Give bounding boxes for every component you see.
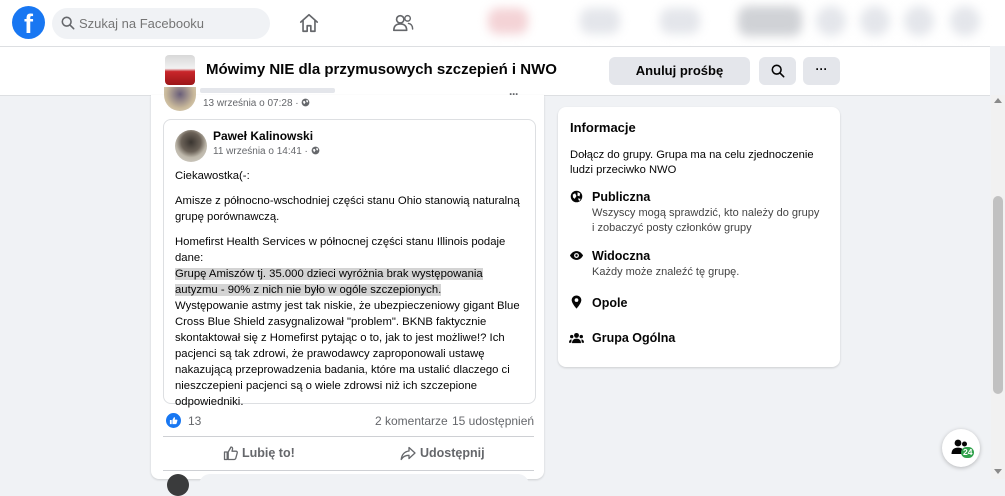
shared-author-avatar[interactable] bbox=[175, 130, 207, 162]
like-label: Lubię to! bbox=[242, 446, 295, 460]
group-info-card bbox=[558, 107, 840, 367]
blurred-profile-item[interactable] bbox=[738, 6, 802, 36]
blurred-nav-item[interactable] bbox=[488, 8, 528, 34]
highlighted-text: Grupę Amiszów tj. 35.000 dzieci wyróżnia… bbox=[175, 268, 483, 296]
globe-icon bbox=[302, 98, 310, 107]
location-title[interactable]: Opole bbox=[592, 296, 627, 310]
blurred-nav-item[interactable] bbox=[904, 6, 934, 36]
scrollbar-thumb[interactable] bbox=[993, 196, 1003, 394]
reactions-count[interactable]: 13 bbox=[188, 414, 201, 428]
comments-count[interactable]: 2 komentarze bbox=[375, 414, 448, 428]
thumbs-up-icon bbox=[169, 417, 178, 425]
cancel-request-button[interactable]: Anuluj prośbę bbox=[609, 57, 750, 85]
comment-avatar[interactable] bbox=[167, 474, 189, 496]
poster-name-cut bbox=[200, 88, 335, 93]
group-name[interactable]: Mówimy NIE dla przymusowych szczepień i … bbox=[206, 61, 557, 78]
post-paragraph: Amisze z północno-wschodniej części stan… bbox=[175, 195, 520, 223]
post-timestamp[interactable]: 13 września o 07:28 · bbox=[203, 98, 310, 109]
friends-icon[interactable] bbox=[392, 12, 414, 34]
shared-post-timestamp[interactable]: 11 września o 14:41 · bbox=[213, 146, 320, 157]
blurred-nav-item[interactable] bbox=[950, 6, 980, 36]
group-type-title: Grupa Ogólna bbox=[592, 331, 676, 345]
location-pin-icon bbox=[571, 295, 582, 309]
divider bbox=[163, 470, 534, 471]
shared-time-text: 11 września o 14:41 · bbox=[213, 146, 308, 157]
post-text: Występowanie astmy jest tak niskie, że u… bbox=[175, 300, 520, 408]
shared-post-body: Ciekawostka(-: Amisze z północno-wschodn… bbox=[175, 168, 520, 419]
privacy-title: Publiczna bbox=[592, 190, 651, 204]
globe-icon bbox=[570, 190, 583, 203]
facebook-logo[interactable]: f bbox=[12, 6, 45, 39]
blurred-nav-item[interactable] bbox=[816, 6, 846, 36]
blurred-nav-item[interactable] bbox=[860, 6, 890, 36]
home-icon[interactable] bbox=[298, 12, 320, 34]
thumbs-up-icon bbox=[223, 446, 238, 461]
visibility-title: Widoczna bbox=[592, 249, 651, 263]
share-icon bbox=[400, 446, 416, 461]
group-search-button[interactable] bbox=[759, 57, 796, 85]
blurred-nav-item[interactable] bbox=[660, 8, 700, 34]
online-count-badge: 24 bbox=[961, 447, 975, 458]
scroll-up-arrow[interactable] bbox=[994, 98, 1002, 103]
shared-author-name[interactable]: Paweł Kalinowski bbox=[213, 129, 313, 143]
search-icon bbox=[61, 16, 75, 30]
people-icon bbox=[569, 332, 584, 344]
shares-count[interactable]: 15 udostępnień bbox=[452, 414, 534, 428]
search-icon bbox=[771, 64, 785, 78]
post-text: Homefirst Health Services w północnej cz… bbox=[175, 236, 506, 264]
group-description: Dołącz do grupy. Grupa ma na celu zjedno… bbox=[570, 149, 814, 176]
group-cover-thumbnail[interactable] bbox=[165, 55, 195, 85]
comment-input[interactable] bbox=[199, 474, 529, 496]
like-reaction-icon[interactable] bbox=[166, 413, 181, 428]
contacts-chat-button[interactable]: 24 bbox=[942, 429, 980, 467]
like-button[interactable]: Lubię to! bbox=[163, 440, 346, 468]
scroll-down-arrow[interactable] bbox=[994, 469, 1002, 474]
globe-icon bbox=[311, 146, 320, 155]
post-paragraph: Ciekawostka(-: bbox=[175, 170, 250, 182]
group-more-button[interactable]: ··· bbox=[803, 57, 840, 85]
post-time-text: 13 września o 07:28 · bbox=[203, 98, 299, 109]
privacy-description: Wszyscy mogą sprawdzić, kto należy do gr… bbox=[592, 207, 820, 234]
post-paragraph: Homefirst Health Services w północnej cz… bbox=[175, 234, 520, 410]
post-options-button[interactable]: ··· bbox=[509, 87, 519, 101]
blurred-nav-item[interactable] bbox=[580, 8, 620, 34]
divider bbox=[163, 436, 534, 437]
visibility-description: Każdy może znaleźć tę grupę. bbox=[592, 266, 740, 278]
info-title: Informacje bbox=[570, 120, 636, 135]
eye-icon bbox=[569, 251, 584, 260]
search-input[interactable] bbox=[79, 8, 259, 39]
share-label: Udostępnij bbox=[420, 446, 485, 460]
share-button[interactable]: Udostępnij bbox=[350, 440, 533, 468]
